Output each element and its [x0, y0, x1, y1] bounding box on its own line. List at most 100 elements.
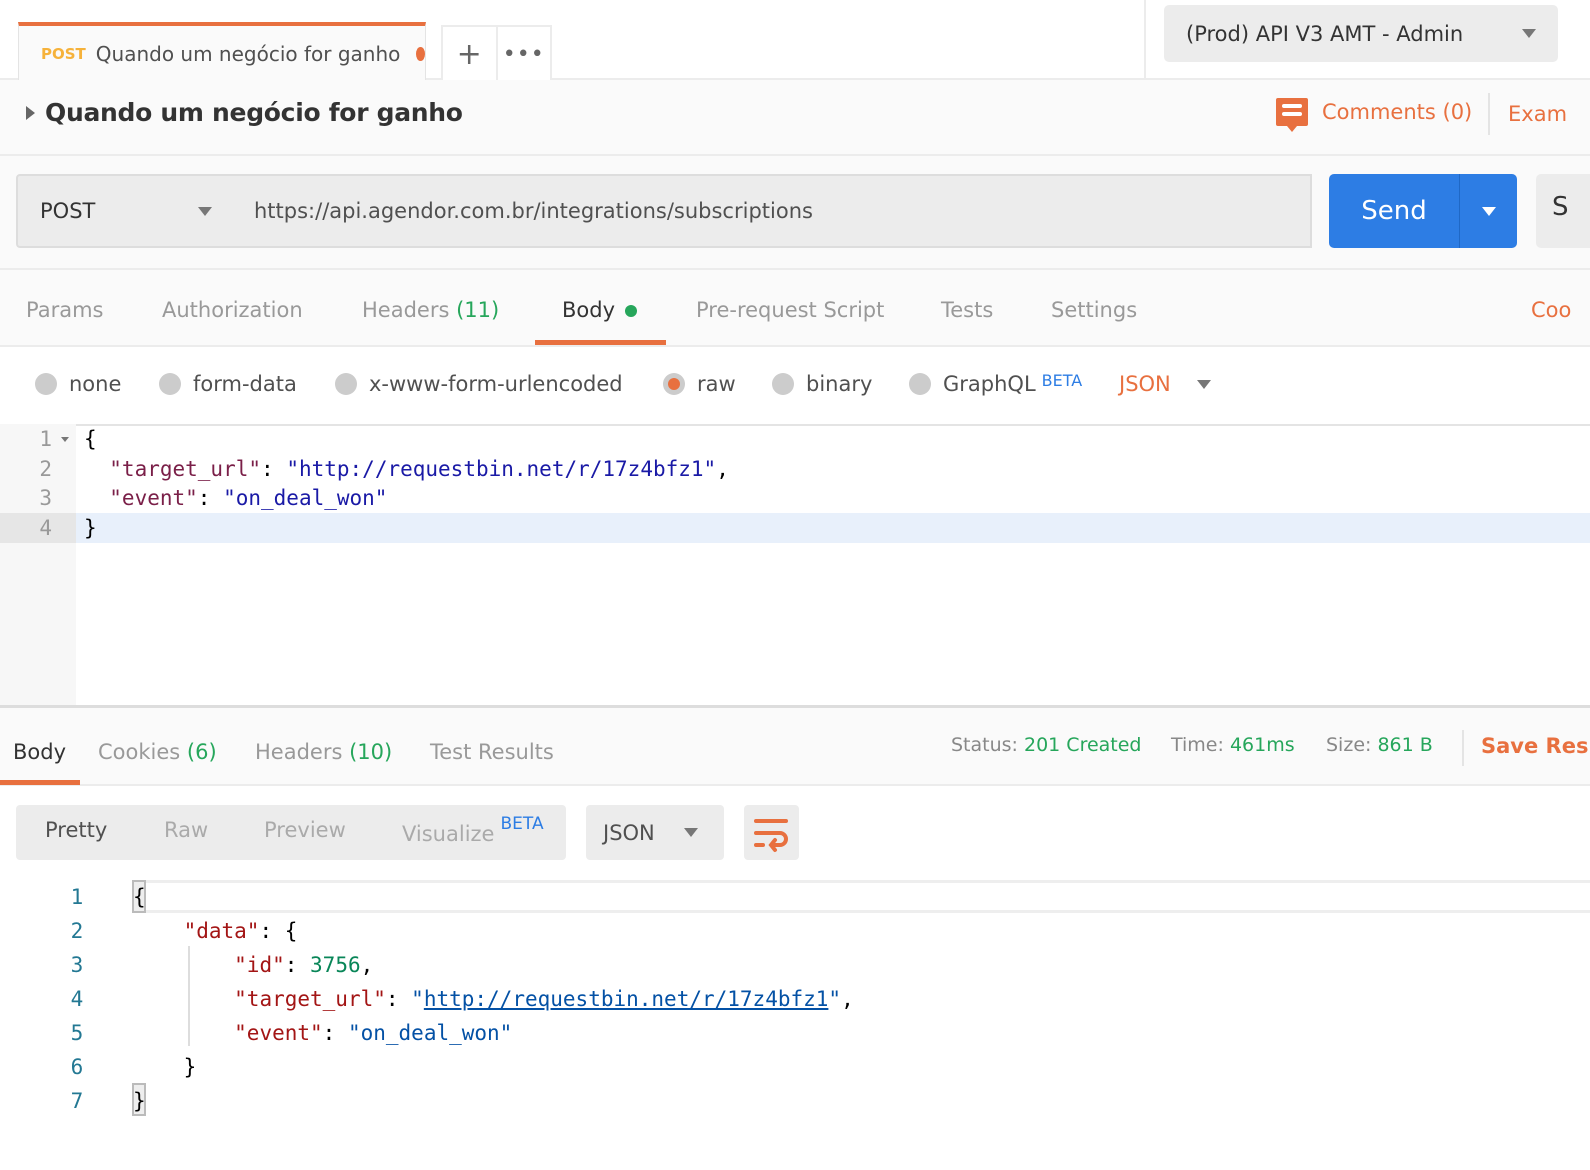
new-tab-button[interactable]: +: [443, 27, 496, 81]
code-text: }: [133, 1084, 146, 1118]
radio-selected-icon: [663, 373, 685, 395]
expand-arrow-icon[interactable]: [26, 105, 35, 120]
status-value: 201 Created: [1024, 734, 1142, 756]
line-number: 3: [39, 486, 52, 510]
save-response-button[interactable]: Save Res: [1481, 734, 1588, 758]
code-token: }: [84, 515, 97, 540]
send-options-button[interactable]: [1460, 174, 1517, 248]
code-text: "id": 3756,: [133, 948, 373, 982]
url-input[interactable]: https://api.agendor.com.br/integrations/…: [234, 174, 1312, 248]
method-select[interactable]: POST: [16, 174, 235, 248]
headers-count: (10): [349, 740, 393, 764]
code-token: "on_deal_won": [347, 1021, 513, 1045]
view-pretty[interactable]: Pretty: [45, 818, 107, 842]
radio-none[interactable]: none: [35, 372, 121, 396]
chevron-down-icon: [1196, 379, 1211, 389]
line-number: 3: [70, 953, 84, 977]
comments-button[interactable]: Comments (0): [1276, 98, 1472, 132]
tab-params[interactable]: Params: [26, 298, 104, 322]
radio-urlencoded[interactable]: x-www-form-urlencoded: [335, 372, 623, 396]
code-token: "event": [84, 486, 198, 510]
code-text: {: [84, 424, 97, 454]
tab-response-headers[interactable]: Headers (10): [255, 740, 392, 764]
code-text: "event": "on_deal_won": [133, 1016, 512, 1050]
code-token: }: [133, 1055, 197, 1079]
view-preview[interactable]: Preview: [264, 818, 346, 842]
code-token: "target_url": [84, 456, 262, 481]
line-number: 7: [70, 1089, 84, 1113]
radio-label: binary: [806, 372, 873, 396]
format-label: JSON: [603, 820, 655, 845]
divider: [1144, 0, 1146, 80]
save-button[interactable]: S: [1536, 174, 1590, 248]
tab-test-results[interactable]: Test Results: [430, 740, 554, 764]
code-line: 3 "id": 3756,: [0, 948, 1590, 982]
page-title: Quando um negócio for ganho: [45, 98, 463, 127]
fold-arrow-icon[interactable]: [61, 437, 69, 442]
code-token: ,: [716, 456, 729, 481]
tab-body[interactable]: Body: [562, 298, 638, 322]
more-tabs-button[interactable]: •••: [495, 27, 551, 81]
environment-dropdown[interactable]: (Prod) API V3 AMT - Admin: [1164, 5, 1558, 62]
comment-icon: [1276, 98, 1308, 132]
tab-settings[interactable]: Settings: [1051, 298, 1137, 322]
tab-response-body[interactable]: Body: [13, 740, 66, 764]
radio-raw[interactable]: raw: [663, 372, 736, 396]
code-text: {: [133, 880, 146, 914]
line-number: 2: [39, 456, 52, 481]
response-format-dropdown[interactable]: JSON: [586, 805, 724, 860]
tab-pre-request-script[interactable]: Pre-request Script: [696, 298, 884, 322]
code-text: "data": {: [133, 914, 298, 948]
line-number: 5: [70, 1021, 84, 1045]
active-tab-indicator: [535, 340, 666, 345]
radio-label: form-data: [193, 372, 297, 396]
view-raw[interactable]: Raw: [164, 818, 208, 842]
examples-button[interactable]: Exam: [1508, 102, 1567, 126]
send-label[interactable]: Send: [1329, 174, 1460, 248]
code-token: "event": [234, 1021, 323, 1045]
radio-binary[interactable]: binary: [772, 372, 872, 396]
time-label: Time:: [1171, 734, 1224, 756]
code-line: 3 "event": "on_deal_won": [0, 483, 1590, 513]
code-line: 1{: [0, 424, 1590, 454]
code-line: 7}: [0, 1084, 1590, 1118]
tab-cookies[interactable]: Cookies (6): [98, 740, 217, 764]
code-link[interactable]: Coo: [1531, 298, 1571, 322]
unsaved-dot-icon: [416, 47, 425, 61]
code-text: }: [133, 1050, 197, 1084]
divider: [1488, 93, 1490, 135]
tab-tests[interactable]: Tests: [941, 298, 993, 322]
radio-form-data[interactable]: form-data: [159, 372, 297, 396]
code-token: 3756: [310, 953, 361, 977]
code-token: {: [84, 427, 97, 451]
line-number: 1: [70, 885, 84, 909]
code-token: :: [322, 1021, 348, 1045]
code-token: :: [261, 456, 287, 481]
line-number: 4: [70, 987, 84, 1011]
tab-label: Cookies: [98, 740, 181, 764]
request-tab[interactable]: POST Quando um negócio for ganho: [18, 22, 426, 82]
code-text: "event": "on_deal_won": [84, 483, 387, 513]
tab-actions: + •••: [441, 25, 552, 81]
url-link[interactable]: http://requestbin.net/r/17z4bfz1: [424, 987, 829, 1011]
send-button[interactable]: Send: [1329, 174, 1517, 248]
tab-label: Body: [562, 298, 616, 322]
request-title[interactable]: Quando um negócio for ganho: [26, 98, 463, 127]
active-tab-indicator: [0, 780, 80, 785]
tab-authorization[interactable]: Authorization: [162, 298, 303, 322]
radio-graphql[interactable]: GraphQL BETA: [909, 371, 1082, 396]
active-dot-icon: [625, 305, 638, 317]
tab-headers[interactable]: Headers (11): [362, 298, 499, 322]
size-readout: Size: 861 B: [1326, 734, 1433, 756]
wrap-lines-button[interactable]: [744, 805, 799, 860]
view-visualize[interactable]: Visualize BETA: [402, 814, 544, 846]
code-token: :: [197, 486, 224, 510]
status-readout: Status: 201 Created: [951, 734, 1142, 756]
body-format-dropdown[interactable]: JSON: [1119, 372, 1211, 396]
line-number: 4: [0, 512, 76, 543]
cookies-count: (6): [186, 740, 217, 764]
code-line: 2 "target_url": "http://requestbin.net/r…: [0, 454, 1590, 484]
environment-label: (Prod) API V3 AMT - Admin: [1186, 21, 1464, 46]
